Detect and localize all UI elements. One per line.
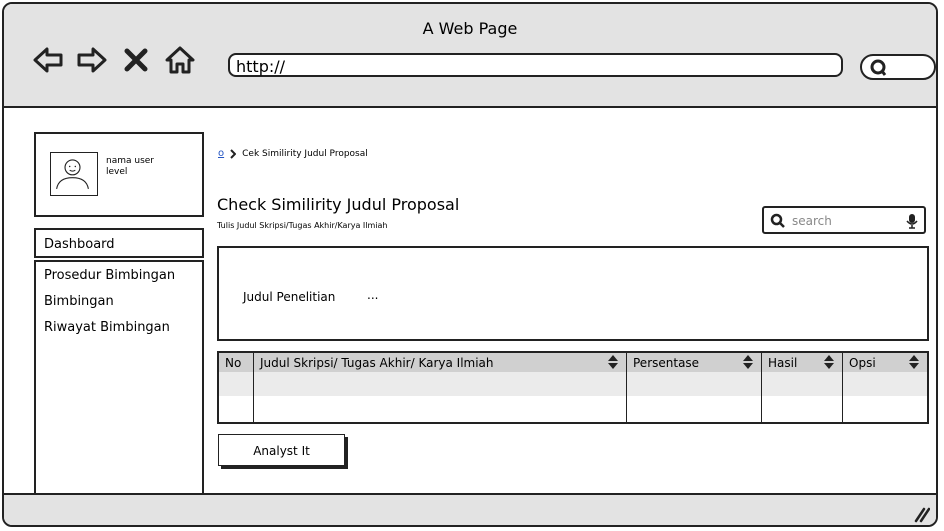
close-x-icon[interactable] [119, 43, 153, 77]
analyst-it-button[interactable]: Analyst It [218, 434, 345, 466]
page-subtitle: Tulis Judul Skripsi/Tugas Akhir/Karya Il… [217, 221, 388, 230]
back-arrow-icon[interactable] [31, 43, 65, 77]
breadcrumb: o Cek Similirity Judul Proposal [218, 148, 368, 159]
search-placeholder: search [792, 214, 832, 228]
microphone-icon[interactable] [906, 213, 918, 229]
forward-arrow-icon[interactable] [75, 43, 109, 77]
sort-icon[interactable] [909, 355, 919, 369]
column-header-hasil[interactable]: Hasil [761, 353, 843, 372]
browser-window: A Web Page http:// nama user level Dashb… [2, 2, 938, 527]
user-avatar-icon [56, 159, 89, 190]
user-name: nama user [106, 156, 154, 166]
user-info: nama user level [106, 156, 154, 178]
table-row [219, 372, 927, 396]
breadcrumb-home-link[interactable]: o [218, 148, 224, 159]
home-icon[interactable] [163, 43, 197, 77]
user-card: nama user level [34, 132, 204, 217]
sidebar-item-dashboard[interactable]: Dashboard [34, 228, 204, 258]
search-icon [770, 213, 785, 228]
avatar [50, 152, 98, 196]
column-header-judul[interactable]: Judul Skripsi/ Tugas Akhir/ Karya Ilmiah [253, 353, 627, 372]
window-title: A Web Page [422, 19, 518, 38]
sidebar-item-prosedur-bimbingan[interactable]: Prosedur Bimbingan [44, 268, 202, 284]
table-row [219, 396, 927, 422]
resize-grip-icon[interactable] [910, 503, 930, 523]
page-content: nama user level Dashboard Prosedur Bimbi… [4, 108, 936, 513]
sort-icon[interactable] [824, 355, 834, 369]
judul-penelitian-label: Judul Penelitian [243, 290, 336, 304]
search-icon [870, 59, 887, 76]
sidebar-menu: Prosedur Bimbingan Bimbingan Riwayat Bim… [34, 260, 204, 513]
sort-icon[interactable] [608, 355, 618, 369]
judul-penelitian-field[interactable]: Judul Penelitian ... [217, 246, 929, 341]
nav-buttons [31, 43, 197, 77]
page-title: Check Similirity Judul Proposal [217, 195, 460, 214]
sidebar-item-riwayat-bimbingan[interactable]: Riwayat Bimbingan [44, 320, 202, 336]
user-level: level [106, 167, 128, 177]
chevron-right-icon [230, 148, 237, 159]
sidebar-item-bimbingan[interactable]: Bimbingan [44, 294, 202, 310]
judul-penelitian-value: ... [367, 288, 379, 302]
column-header-no: No [219, 353, 254, 372]
url-input[interactable]: http:// [228, 53, 843, 77]
search-input[interactable]: search [762, 206, 926, 234]
status-bar [4, 493, 936, 525]
column-header-opsi[interactable]: Opsi [842, 353, 927, 372]
breadcrumb-current: Cek Similirity Judul Proposal [242, 148, 368, 159]
result-table: No Judul Skripsi/ Tugas Akhir/ Karya Ilm… [217, 351, 929, 424]
column-header-persentase[interactable]: Persentase [626, 353, 762, 372]
browser-toolbar: A Web Page http:// [4, 4, 936, 108]
browser-search-button[interactable] [860, 54, 936, 80]
sort-icon[interactable] [743, 355, 753, 369]
